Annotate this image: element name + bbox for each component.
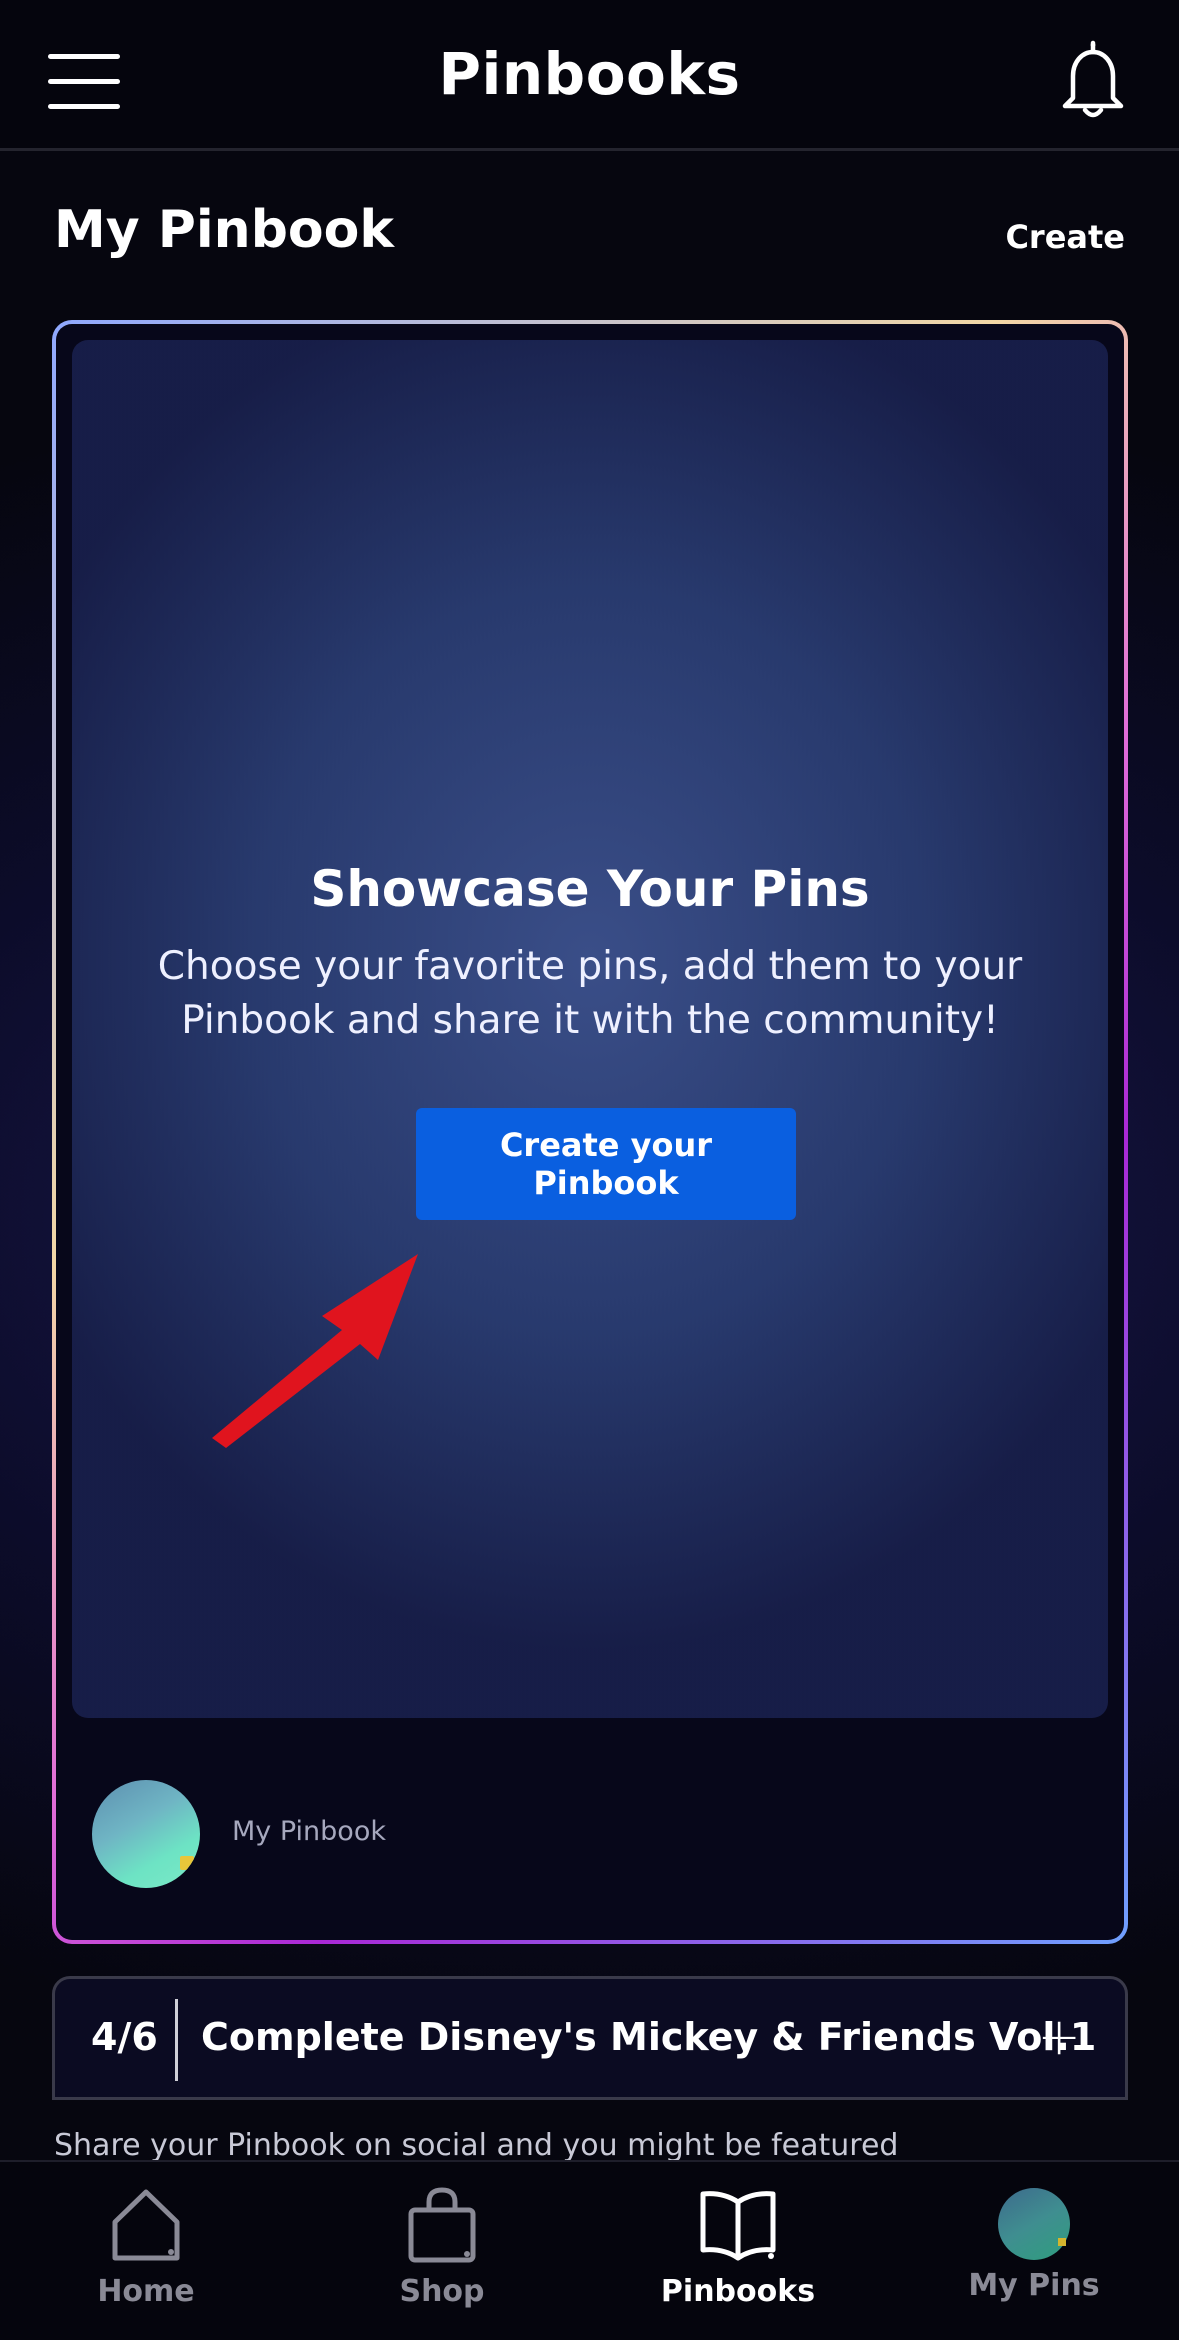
feature-caption: Share your Pinbook on social and you mig… (54, 2128, 899, 2163)
tab-label: Pinbooks (660, 2274, 816, 2309)
challenge-progress: 4/6 (91, 2015, 158, 2059)
pinbook-card[interactable]: Showcase Your Pins Choose your favorite … (52, 320, 1128, 1944)
tab-label: Shop (399, 2274, 485, 2309)
section-title: My Pinbook (54, 200, 394, 260)
open-book-icon (700, 2191, 776, 2261)
avatar[interactable] (92, 1780, 200, 1888)
tab-label: Home (97, 2274, 195, 2309)
tab-shop[interactable]: Shop (342, 2184, 542, 2309)
top-app-bar: Pinbooks (0, 0, 1179, 151)
avatar-icon (998, 2188, 1070, 2260)
tab-my-pins[interactable]: My Pins (934, 2184, 1134, 2303)
challenge-banner[interactable]: 4/6 Complete Disney's Mickey & Friends V… (52, 1976, 1128, 2100)
create-link[interactable]: Create (1005, 218, 1125, 256)
divider (175, 1999, 178, 2081)
page-title: Pinbooks (438, 40, 741, 108)
tab-pinbooks[interactable]: Pinbooks (638, 2184, 838, 2309)
shopping-bag-icon (408, 2187, 476, 2263)
add-icon[interactable]: + (1037, 2007, 1081, 2067)
tab-label: My Pins (968, 2268, 1100, 2303)
pinbook-cover: Showcase Your Pins Choose your favorite … (72, 340, 1108, 1718)
red-arrow-icon (212, 1254, 418, 1448)
pinbook-owner-name: My Pinbook (232, 1816, 386, 1847)
create-your-pinbook-button[interactable]: Create your Pinbook (416, 1108, 796, 1220)
cover-description: Choose your favorite pins, add them to y… (157, 944, 1023, 1043)
tab-home[interactable]: Home (46, 2184, 246, 2309)
bottom-tab-bar: Home Shop Pinbooks My Pins (0, 2160, 1179, 2340)
pinbook-card-body: Showcase Your Pins Choose your favorite … (56, 324, 1124, 1940)
challenge-title: Complete Disney's Mickey & Friends Vol.1 (201, 2015, 1097, 2059)
notification-bell-icon[interactable] (1055, 40, 1131, 120)
home-icon (112, 2189, 180, 2261)
cover-title: Showcase Your Pins (310, 860, 870, 918)
